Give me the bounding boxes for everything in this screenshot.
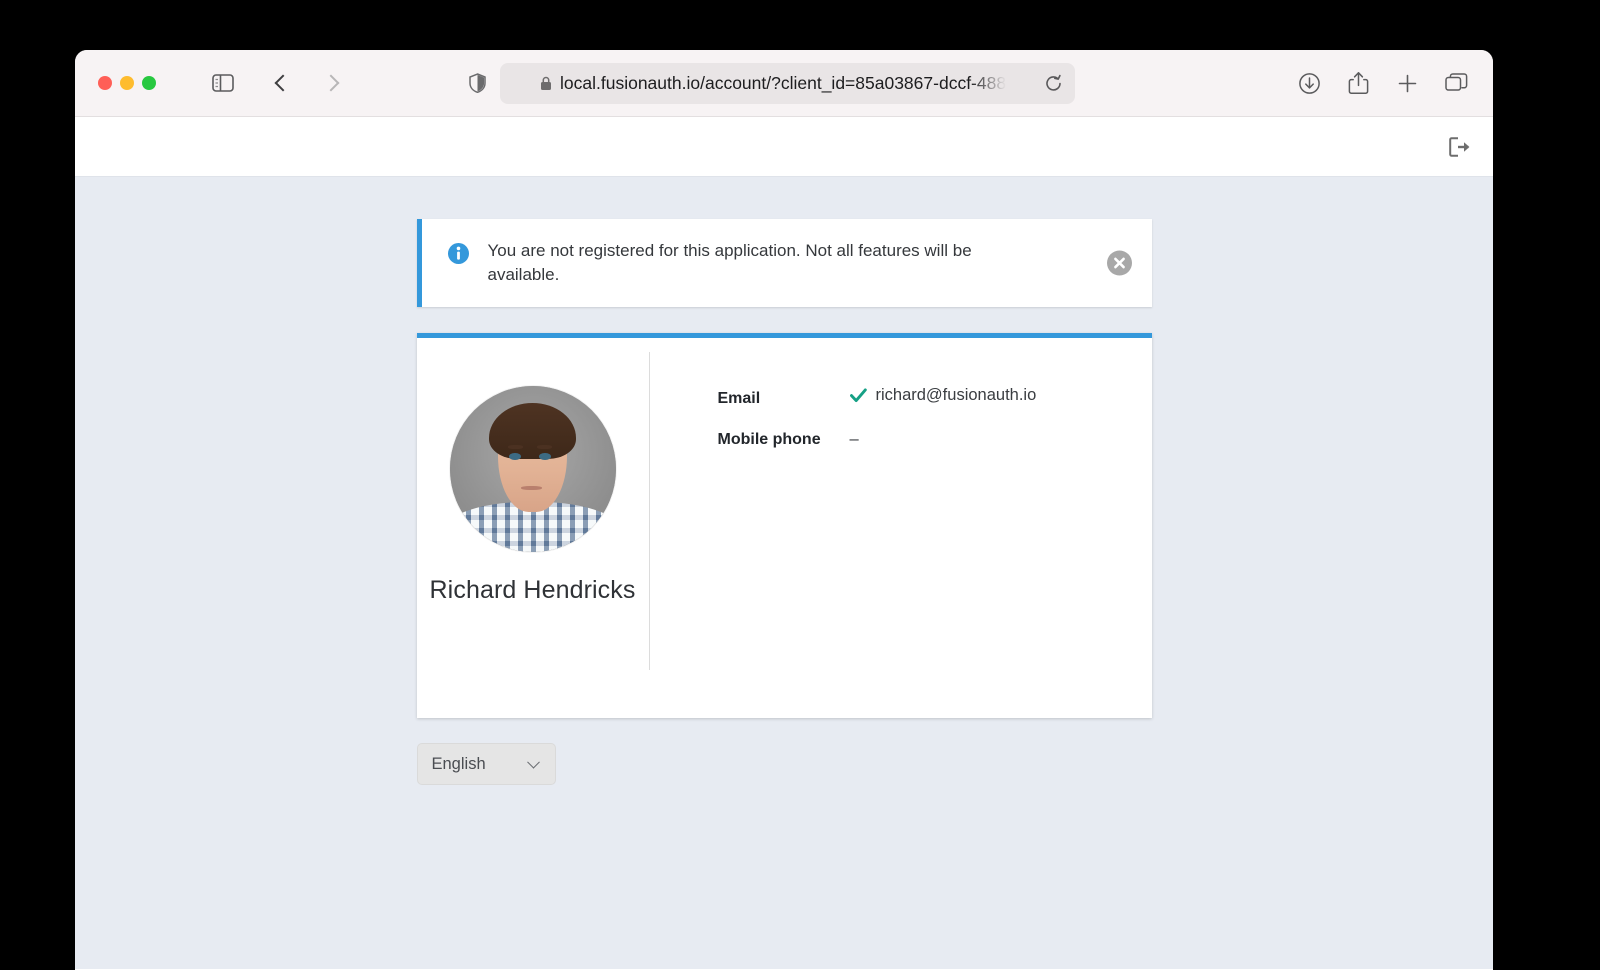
language-select[interactable]: English: [416, 743, 556, 786]
window-controls[interactable]: [98, 76, 156, 90]
forward-chevron-icon[interactable]: [314, 66, 348, 100]
content-container: You are not registered for this applicat…: [416, 219, 1152, 786]
chevron-down-icon: [526, 756, 540, 769]
maximize-window-button[interactable]: [142, 76, 156, 90]
plus-icon[interactable]: [1390, 66, 1424, 100]
language-select-wrapper: English: [416, 743, 1152, 786]
logout-icon[interactable]: [1449, 136, 1471, 157]
address-bar[interactable]: local.fusionauth.io/account/?client_id=8…: [500, 63, 1075, 104]
info-alert: You are not registered for this applicat…: [416, 219, 1152, 308]
profile-card: Richard Hendricks Email richard@fusionau…: [416, 333, 1152, 719]
toolbar-right-actions: [1292, 66, 1473, 100]
detail-label: Mobile phone: [717, 431, 821, 449]
lock-icon: [540, 76, 552, 91]
page-body: You are not registered for this applicat…: [75, 177, 1493, 969]
language-select-value: English: [431, 754, 486, 773]
app-header: [75, 117, 1493, 177]
info-circle-icon: [447, 243, 469, 269]
verified-check-icon: [849, 388, 867, 403]
browser-toolbar: local.fusionauth.io/account/?client_id=8…: [75, 50, 1493, 117]
alert-message: You are not registered for this applicat…: [487, 241, 972, 285]
reload-icon[interactable]: [1044, 74, 1063, 93]
close-window-button[interactable]: [98, 76, 112, 90]
browser-window: local.fusionauth.io/account/?client_id=8…: [75, 50, 1493, 970]
detail-value: richard@fusionauth.io: [849, 386, 1037, 405]
tab-overview-icon[interactable]: [1439, 66, 1473, 100]
back-chevron-icon[interactable]: [266, 66, 300, 100]
detail-label: Email: [717, 390, 761, 408]
detail-row-mobile-phone: Mobile phone –: [718, 430, 1152, 449]
email-value: richard@fusionauth.io: [875, 386, 1037, 405]
close-circle-icon[interactable]: [1106, 250, 1132, 276]
avatar: [449, 386, 616, 553]
minimize-window-button[interactable]: [120, 76, 134, 90]
profile-summary: Richard Hendricks: [417, 338, 649, 718]
privacy-shield-icon[interactable]: [460, 66, 494, 100]
downloads-icon[interactable]: [1292, 66, 1326, 100]
profile-details: Email richard@fusionauth.io Mobile phone: [650, 338, 1152, 718]
url-text: local.fusionauth.io/account/?client_id=8…: [560, 73, 1007, 93]
profile-name: Richard Hendricks: [429, 576, 636, 605]
sidebar-toggle-icon[interactable]: [206, 66, 240, 100]
detail-row-email: Email richard@fusionauth.io: [718, 386, 1152, 408]
share-icon[interactable]: [1341, 66, 1375, 100]
mobile-phone-value: –: [849, 430, 859, 449]
